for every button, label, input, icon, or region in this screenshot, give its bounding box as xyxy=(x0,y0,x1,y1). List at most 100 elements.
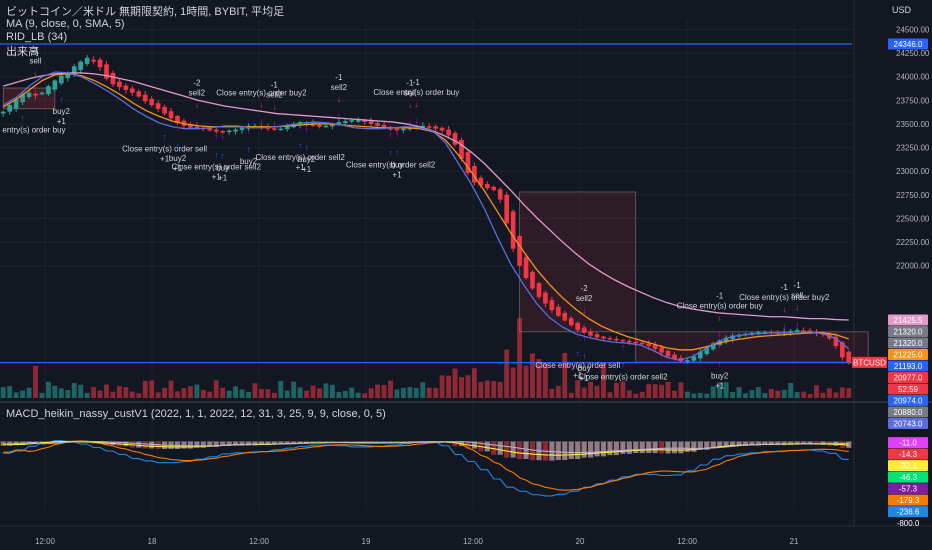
price-tag-label: 21425.5 xyxy=(894,316,923,325)
macd-histogram-bar xyxy=(142,441,148,449)
volume-bar xyxy=(45,381,51,398)
candle-body xyxy=(426,126,432,128)
macd-histogram-bar xyxy=(588,441,594,458)
close-entry-marker: ↓ xyxy=(782,321,786,330)
price-tag-label: 21320.0 xyxy=(894,339,923,348)
volume-bar xyxy=(278,381,284,398)
macd-histogram-bar xyxy=(620,441,626,454)
sell-arrow: ↓ xyxy=(272,103,276,112)
candle-body xyxy=(213,129,219,132)
volume-bar xyxy=(814,385,819,398)
volume-bar xyxy=(607,392,613,398)
time-tick-label: 21 xyxy=(790,537,799,546)
price-tick-label: 22000.00 xyxy=(896,262,930,271)
candle-body xyxy=(620,339,626,342)
volume-bar xyxy=(368,388,374,398)
candle-body xyxy=(639,342,645,345)
macd-histogram-bar xyxy=(504,441,510,458)
price-tick-label: 22250.00 xyxy=(896,238,930,247)
price-tag-label: 20743.0 xyxy=(894,419,923,428)
close-entry-marker: ↑ xyxy=(621,342,625,351)
rid-legend[interactable]: RID_LB (34) xyxy=(6,31,67,43)
candle-body xyxy=(601,336,606,339)
candle-body xyxy=(0,111,6,114)
volume-bar xyxy=(0,387,6,398)
candle-body xyxy=(136,91,142,97)
volume-bar xyxy=(304,390,310,398)
time-tick-label: 12:00 xyxy=(249,537,270,546)
candle-body xyxy=(446,129,451,136)
candle-body xyxy=(317,124,322,127)
candle-body xyxy=(575,322,581,330)
volume-bar xyxy=(291,381,297,398)
candle-body xyxy=(510,211,516,249)
volume-bar xyxy=(704,393,710,398)
close-entry-marker: ↓ xyxy=(795,319,799,328)
volume-bar xyxy=(297,387,303,398)
volume-bar xyxy=(91,387,97,398)
volume-bar xyxy=(801,391,807,398)
macd-tag-label: -800.0 xyxy=(897,519,920,528)
price-tag-label: 21193.0 xyxy=(894,362,923,371)
sell-signal-label: -1 xyxy=(413,78,421,87)
candle-body xyxy=(342,121,348,124)
volume-bar xyxy=(317,388,322,398)
candle-body xyxy=(33,93,38,96)
volume-bar xyxy=(226,390,232,398)
price-candles xyxy=(0,54,852,365)
volume-bar xyxy=(233,386,239,398)
buy-arrow: ↑ xyxy=(582,352,586,361)
price-tag-label: 20974.0 xyxy=(894,396,923,405)
volume-bar xyxy=(743,393,748,398)
candle-body xyxy=(562,312,568,321)
sell-signal-label: -1 xyxy=(781,283,789,292)
close-entry-marker: ↑ xyxy=(298,123,302,132)
buy-signal-label: +1 xyxy=(218,173,228,182)
buy-arrow: ↑ xyxy=(395,149,399,158)
volume-bar xyxy=(136,393,142,398)
buy-signal-label: Close entry(s) order buy xyxy=(0,126,65,135)
volume-bar xyxy=(65,390,71,398)
macd-histogram-bar xyxy=(581,441,587,458)
buy-arrow: ↑ xyxy=(221,151,225,160)
close-entry-marker: ↓ xyxy=(414,116,418,125)
volume-bar xyxy=(691,393,697,398)
close-entry-marker: ↑ xyxy=(59,77,63,86)
volume-bar xyxy=(510,367,516,398)
close-entry-marker: ↑ xyxy=(305,125,309,134)
volume-bar xyxy=(749,390,755,398)
candle-body xyxy=(497,189,503,200)
moving-averages xyxy=(2,71,850,361)
buy-arrow: ↑ xyxy=(621,360,625,369)
price-tick-label: 24000.00 xyxy=(896,73,930,82)
sell-signal-label: sell xyxy=(791,291,803,300)
volume-bar xyxy=(471,368,477,398)
price-tags: 24346.0 21425.5 21320.0 21320.0 21225.0 21193… xyxy=(852,38,928,528)
buy-signal-label: Close entry(s) order sell xyxy=(122,145,207,154)
macd-legend[interactable]: MACD_heikin_nassy_custV1 (2022, 1, 1, 20… xyxy=(6,408,386,420)
close-entry-marker: ↑ xyxy=(221,133,225,142)
volume-bar xyxy=(652,384,658,398)
volume-bar xyxy=(284,390,290,398)
buy-arrow: ↑ xyxy=(718,359,722,368)
candle-body xyxy=(355,120,361,122)
buy-signal-label: +1 xyxy=(715,381,725,390)
volume-bar xyxy=(626,390,632,398)
candle-body xyxy=(633,341,639,344)
volume-bar xyxy=(549,388,555,398)
macd-histogram-bar xyxy=(497,441,503,455)
volume-bar xyxy=(839,387,845,398)
volume-bar xyxy=(794,392,800,398)
buy-arrow: ↑ xyxy=(176,142,180,151)
macd-histogram-bar xyxy=(523,441,529,460)
candle-body xyxy=(543,292,548,304)
close-entry-marker: ↑ xyxy=(176,124,180,133)
volume-bar xyxy=(200,390,206,398)
volume-bar xyxy=(33,366,38,398)
volume-bar xyxy=(768,389,774,398)
close-entry-marker: ↓ xyxy=(582,322,586,331)
close-entry-marker: ↓ xyxy=(34,85,38,94)
buy-signal-label: +1 xyxy=(302,165,312,174)
ma-legend[interactable]: MA (9, close, 0, SMA, 5) xyxy=(6,18,125,30)
volume-legend[interactable]: 出来高 xyxy=(6,43,39,59)
